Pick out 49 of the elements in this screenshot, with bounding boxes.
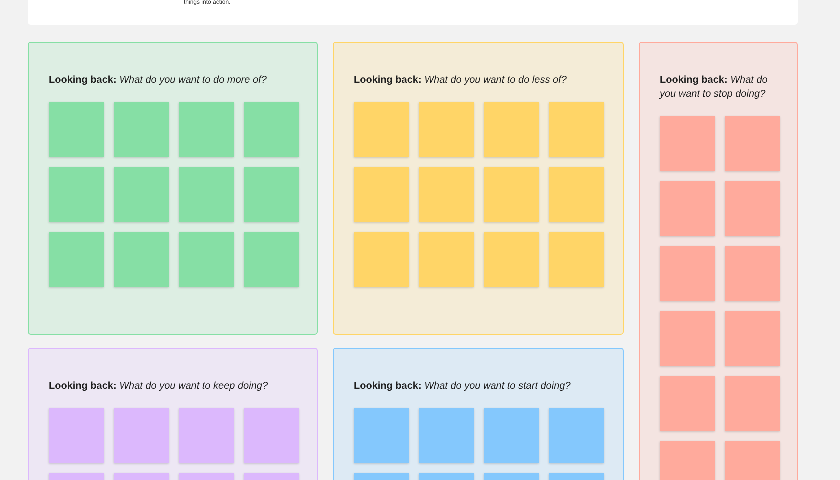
sticky-note[interactable] (114, 167, 169, 222)
sticky-note[interactable] (419, 102, 474, 157)
sticky-note[interactable] (725, 441, 780, 480)
sticky-note[interactable] (49, 102, 104, 157)
sticky-note[interactable] (725, 246, 780, 301)
sticky-note[interactable] (244, 232, 299, 287)
sticky-note[interactable] (725, 116, 780, 171)
sticky-note[interactable] (114, 102, 169, 157)
section-title: Looking back: What do you want to stop doing? (660, 74, 769, 102)
sticky-note[interactable] (549, 167, 604, 222)
sticky-note[interactable] (49, 167, 104, 222)
sticky-note[interactable] (244, 102, 299, 157)
section-title: Looking back: What do you want to keep doing? (49, 380, 270, 394)
sticky-note[interactable] (419, 408, 474, 463)
section-title: Looking back: What do you want to do more of? (49, 74, 268, 88)
sticky-note[interactable] (419, 232, 474, 287)
sticky-note[interactable] (49, 408, 104, 463)
section-title: Looking back: What do you want to do less of? (354, 74, 568, 88)
sticky-note[interactable] (484, 408, 539, 463)
sticky-note[interactable] (660, 376, 715, 431)
sticky-note[interactable] (484, 167, 539, 222)
sticky-note[interactable] (244, 167, 299, 222)
sticky-note[interactable] (114, 408, 169, 463)
sticky-note[interactable] (49, 232, 104, 287)
sticky-note[interactable] (725, 376, 780, 431)
sticky-note[interactable] (244, 408, 299, 463)
sticky-note[interactable] (660, 311, 715, 366)
sticky-note[interactable] (114, 232, 169, 287)
sticky-note[interactable] (549, 102, 604, 157)
sticky-note[interactable] (549, 408, 604, 463)
sticky-note[interactable] (179, 408, 234, 463)
sticky-note[interactable] (354, 102, 409, 157)
sticky-note[interactable] (549, 232, 604, 287)
sticky-note[interactable] (725, 181, 780, 236)
section-title: Looking back: What do you want to start doing? (354, 380, 572, 394)
sticky-note[interactable] (660, 246, 715, 301)
sticky-note[interactable] (484, 102, 539, 157)
sticky-note[interactable] (179, 102, 234, 157)
sticky-note[interactable] (725, 311, 780, 366)
sticky-note[interactable] (179, 167, 234, 222)
sticky-note[interactable] (660, 181, 715, 236)
sticky-note[interactable] (660, 116, 715, 171)
sticky-note[interactable] (354, 408, 409, 463)
sticky-note[interactable] (354, 167, 409, 222)
sticky-note[interactable] (484, 232, 539, 287)
sticky-note[interactable] (419, 167, 474, 222)
sticky-note[interactable] (354, 232, 409, 287)
sticky-note[interactable] (660, 441, 715, 480)
sticky-note[interactable] (179, 232, 234, 287)
